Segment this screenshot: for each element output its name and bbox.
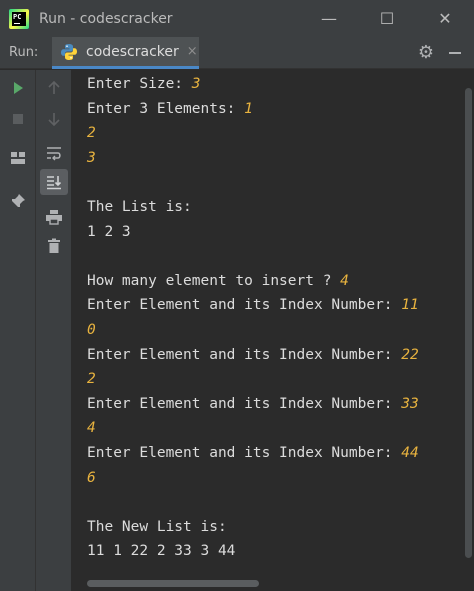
run-label: Run:	[9, 45, 39, 60]
console-line: How many element to insert ? 4	[87, 269, 349, 293]
tab-codescracker[interactable]: codescracker ×	[52, 37, 199, 69]
pycharm-logo-icon: PC	[9, 8, 29, 29]
trash-icon	[48, 238, 60, 253]
console-line: 4	[87, 416, 96, 440]
console-user-input: 1	[244, 100, 253, 117]
console-line: Enter 3 Elements: 1	[87, 97, 253, 121]
vertical-scrollbar[interactable]	[462, 70, 474, 578]
console-line: The New List is:	[87, 515, 227, 539]
close-button[interactable]: ✕	[416, 0, 474, 37]
console-line: 0	[87, 318, 96, 342]
python-icon	[61, 43, 77, 60]
console-user-input: 2	[87, 371, 96, 388]
minus-icon	[449, 52, 461, 54]
layout-button[interactable]	[4, 145, 32, 171]
console-output[interactable]: Enter Size: 3 Enter 3 Elements: 1 2 3 The Li…	[72, 70, 462, 578]
run-window: PC Run - codescracker — ☐ ✕ Run: codescr…	[0, 0, 474, 591]
console-line: Enter Element and its Index Number: 11	[87, 293, 419, 317]
console-line: 2	[87, 367, 96, 391]
console-user-input: 2	[87, 125, 96, 142]
minimize-button[interactable]: —	[300, 0, 358, 37]
stop-button[interactable]	[4, 106, 32, 132]
close-icon: ✕	[438, 9, 452, 28]
tab-label: codescracker	[86, 43, 179, 60]
gear-icon[interactable]: ⚙	[416, 43, 436, 63]
run-panel-header: Run: codescracker × ⚙	[0, 37, 474, 69]
pin-tab-button[interactable]	[4, 188, 32, 214]
stop-icon	[13, 114, 23, 124]
console-output-text: Enter Element and its Index Number:	[87, 297, 402, 314]
console-line: Enter Size: 3	[87, 72, 201, 96]
title-bar[interactable]: PC Run - codescracker — ☐ ✕	[0, 0, 474, 37]
console-user-input: 6	[87, 469, 96, 486]
window-title: Run - codescracker	[39, 10, 173, 27]
console-output-text: Enter Element and its Index Number:	[87, 395, 402, 412]
layout-icon	[11, 152, 25, 164]
soft-wrap-button[interactable]	[40, 140, 68, 166]
console-output-text: 11 1 22 2 33 3 44	[87, 543, 236, 560]
console-user-input: 3	[87, 149, 96, 166]
console-user-input: 11	[401, 297, 419, 314]
console-line: 2	[87, 121, 96, 145]
tab-close-icon[interactable]: ×	[187, 44, 198, 59]
maximize-icon: ☐	[379, 9, 395, 28]
clear-all-button[interactable]	[40, 233, 68, 259]
horizontal-scroll-thumb[interactable]	[87, 580, 259, 587]
console-output-text: The New List is:	[87, 518, 227, 535]
minimize-icon: —	[321, 9, 337, 28]
maximize-button[interactable]: ☐	[358, 0, 416, 37]
console-user-input: 0	[87, 322, 96, 338]
vertical-scroll-thumb[interactable]	[465, 88, 472, 558]
console-user-input: 22	[401, 346, 419, 363]
console-output-text: How many element to insert ?	[87, 272, 341, 289]
console-line: Enter Element and its Index Number: 44	[87, 441, 419, 465]
horizontal-scrollbar[interactable]	[72, 577, 474, 591]
run-toolbar-primary	[0, 70, 36, 591]
window-controls: — ☐ ✕	[300, 0, 474, 37]
run-toolbar-secondary	[36, 70, 72, 591]
console-output-text: 1 2 3	[87, 223, 131, 240]
console-output-text: The List is:	[87, 199, 192, 215]
scroll-to-end-button[interactable]	[40, 169, 68, 195]
print-icon	[46, 210, 62, 225]
console-output-text: Enter Size:	[87, 76, 192, 92]
console-output-text: Enter Element and its Index Number:	[87, 346, 402, 363]
rerun-button[interactable]	[4, 75, 32, 101]
print-button[interactable]	[40, 204, 68, 230]
down-arrow-icon	[48, 113, 60, 127]
console-user-input: 4	[87, 420, 96, 437]
console-user-input: 4	[340, 272, 349, 289]
scroll-to-end-icon	[47, 176, 62, 190]
console-user-input: 44	[401, 445, 419, 461]
previous-occurrence-button[interactable]	[40, 75, 68, 101]
hide-panel-button[interactable]	[446, 43, 464, 63]
console-line: 11 1 22 2 33 3 44	[87, 539, 235, 563]
console-user-input: 33	[401, 395, 419, 412]
console-line: Enter Element and its Index Number: 22	[87, 343, 419, 367]
console-line: Enter Element and its Index Number: 33	[87, 392, 419, 416]
pin-icon	[11, 194, 25, 208]
console-line: 3	[87, 146, 96, 170]
console-output-text: Enter Element and its Index Number:	[87, 445, 402, 461]
console-line: The List is:	[87, 195, 192, 219]
soft-wrap-icon	[47, 147, 61, 161]
next-occurrence-button[interactable]	[40, 106, 68, 132]
app-icon-text: PC	[13, 12, 22, 21]
up-arrow-icon	[48, 80, 60, 94]
rerun-icon	[14, 82, 23, 94]
console-line: 6	[87, 466, 96, 490]
console-line: 1 2 3	[87, 220, 131, 244]
console-output-text: Enter 3 Elements:	[87, 100, 245, 117]
console-user-input: 3	[191, 76, 201, 92]
